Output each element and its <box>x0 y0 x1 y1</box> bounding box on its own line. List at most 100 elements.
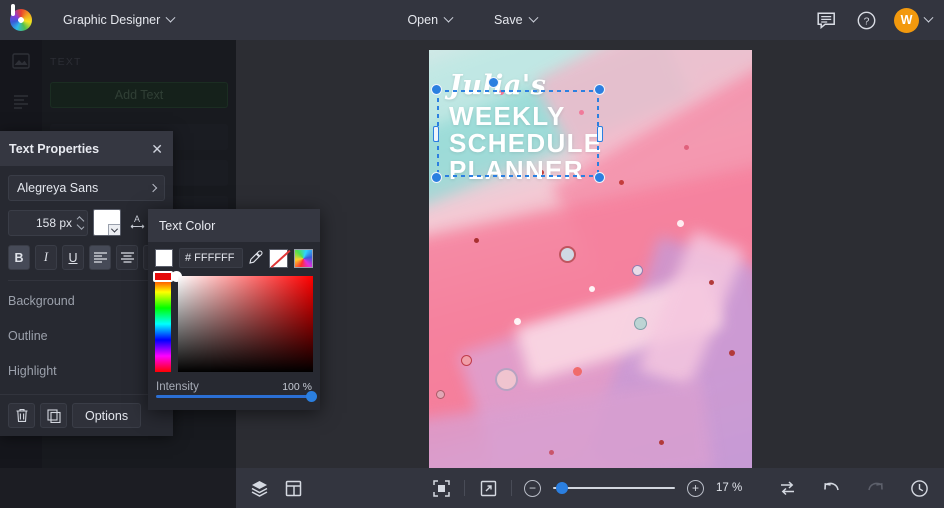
open-menu-button[interactable]: Open <box>397 7 462 33</box>
help-icon[interactable]: ? <box>854 8 878 32</box>
redo-icon[interactable] <box>864 477 886 499</box>
resize-handle-top-left[interactable] <box>431 84 442 95</box>
resize-handle-bottom-right[interactable] <box>594 172 605 183</box>
chevron-down-icon <box>528 12 538 23</box>
outline-label: Outline <box>8 328 48 343</box>
font-size-value: 158 px <box>35 215 72 230</box>
art-bubble <box>549 450 554 455</box>
undo-icon[interactable] <box>820 477 842 499</box>
selection-frame[interactable] <box>431 77 605 183</box>
eyedropper-icon[interactable] <box>249 250 263 267</box>
zoom-level-label: 17 % <box>716 482 743 494</box>
resize-handle-top-right[interactable] <box>594 84 605 95</box>
hex-input[interactable]: # FFFFFF <box>179 248 243 268</box>
image-tool-icon[interactable] <box>10 50 32 72</box>
font-family-select[interactable]: Alegreya Sans <box>8 175 165 201</box>
options-button[interactable]: Options <box>72 403 142 428</box>
hue-handle[interactable] <box>153 271 173 282</box>
text-properties-header: Text Properties ✕ <box>0 131 173 166</box>
text-color-controls: # FFFFFF <box>148 242 320 274</box>
bold-button[interactable]: B <box>8 245 30 270</box>
art-bubble <box>589 286 595 292</box>
bottom-left-filler <box>0 468 236 508</box>
resize-handle-bottom-left[interactable] <box>431 172 442 183</box>
outline-row[interactable]: Outline <box>8 320 165 351</box>
art-bubble <box>514 318 521 325</box>
bottom-bar: − + 17 % <box>236 468 944 508</box>
zoom-out-button[interactable]: − <box>524 479 541 497</box>
align-center-icon[interactable] <box>116 245 138 270</box>
art-bubble <box>634 317 647 330</box>
underline-button[interactable]: U <box>62 245 84 270</box>
resize-handle-right[interactable] <box>597 125 603 142</box>
saturation-value-field[interactable] <box>178 276 313 372</box>
highlight-row[interactable]: Highlight <box>8 355 165 386</box>
add-text-button[interactable]: Add Text <box>50 82 228 108</box>
resize-handle-left[interactable] <box>433 125 439 142</box>
divider <box>464 480 465 496</box>
highlight-label: Highlight <box>8 363 57 378</box>
intensity-slider-handle[interactable] <box>306 391 317 402</box>
hue-slider[interactable] <box>153 271 182 372</box>
selection-edge-top <box>437 90 599 92</box>
chevron-down-icon <box>923 12 934 23</box>
page-title: Text Properties <box>9 141 100 156</box>
user-account-menu[interactable]: W <box>894 7 934 33</box>
color-wheel-icon[interactable] <box>294 248 313 268</box>
save-label: Save <box>494 13 523 27</box>
save-menu-button[interactable]: Save <box>484 7 547 33</box>
text-color-popup: Text Color # FFFFFF Intensity 100 % <box>148 209 320 410</box>
duplicate-icon[interactable] <box>40 403 67 428</box>
top-bar: Graphic Designer Open Save ? W <box>0 0 944 40</box>
intensity-label: Intensity <box>156 381 199 393</box>
font-family-value: Alegreya Sans <box>17 181 99 195</box>
bottom-bar-right <box>776 477 930 499</box>
intensity-slider[interactable] <box>156 391 317 402</box>
current-color-swatch[interactable] <box>155 249 173 267</box>
fit-to-screen-icon[interactable] <box>430 477 452 499</box>
fullscreen-icon[interactable] <box>477 477 499 499</box>
chevron-right-icon <box>148 183 158 193</box>
italic-button[interactable]: I <box>35 245 57 270</box>
align-left-icon[interactable] <box>89 245 111 270</box>
close-icon[interactable]: ✕ <box>151 142 163 156</box>
chevron-down-icon <box>443 12 454 23</box>
divider <box>8 280 165 281</box>
text-color-swatch-button[interactable] <box>93 209 121 236</box>
avatar: W <box>894 7 919 33</box>
no-color-icon[interactable] <box>269 248 288 268</box>
rotate-handle[interactable] <box>488 77 499 88</box>
svg-text:A: A <box>134 214 140 224</box>
art-bubble <box>709 280 714 285</box>
chat-icon[interactable] <box>814 8 838 32</box>
art-bubble <box>495 368 518 391</box>
art-bubble <box>684 145 689 150</box>
art-bubble <box>659 440 664 445</box>
top-bar-center-actions: Open Save <box>0 7 944 33</box>
text-tool-icon[interactable] <box>10 90 32 112</box>
art-bubble <box>461 355 472 366</box>
zoom-slider[interactable] <box>553 481 675 494</box>
canvas-stage[interactable]: Julia's WEEKLY SCHEDULE PLANNER <box>236 40 944 468</box>
zoom-slider-handle[interactable] <box>556 481 568 494</box>
background-row[interactable]: Background <box>8 285 165 316</box>
intensity-row: Intensity 100 % <box>148 372 320 395</box>
compare-icon[interactable] <box>776 477 798 499</box>
font-size-stepper[interactable] <box>76 215 85 230</box>
chevron-down-icon[interactable] <box>108 224 120 235</box>
font-size-row: 158 px A <box>8 209 165 236</box>
color-picker-area <box>148 271 320 372</box>
app-root: Graphic Designer Open Save ? W TEXT Add … <box>0 0 944 508</box>
text-color-title: Text Color <box>159 218 216 233</box>
zoom-in-button[interactable]: + <box>687 479 704 497</box>
letter-spacing-icon[interactable]: A <box>126 213 148 233</box>
history-icon[interactable] <box>908 477 930 499</box>
text-color-popup-header: Text Color <box>148 209 320 242</box>
art-bubble <box>573 367 582 376</box>
selection-edge-bottom <box>437 175 599 177</box>
font-size-input[interactable]: 158 px <box>8 209 88 236</box>
art-bubble <box>632 265 643 276</box>
art-bubble <box>436 390 445 399</box>
trash-icon[interactable] <box>8 403 35 428</box>
top-bar-right-actions: ? W <box>814 7 934 33</box>
